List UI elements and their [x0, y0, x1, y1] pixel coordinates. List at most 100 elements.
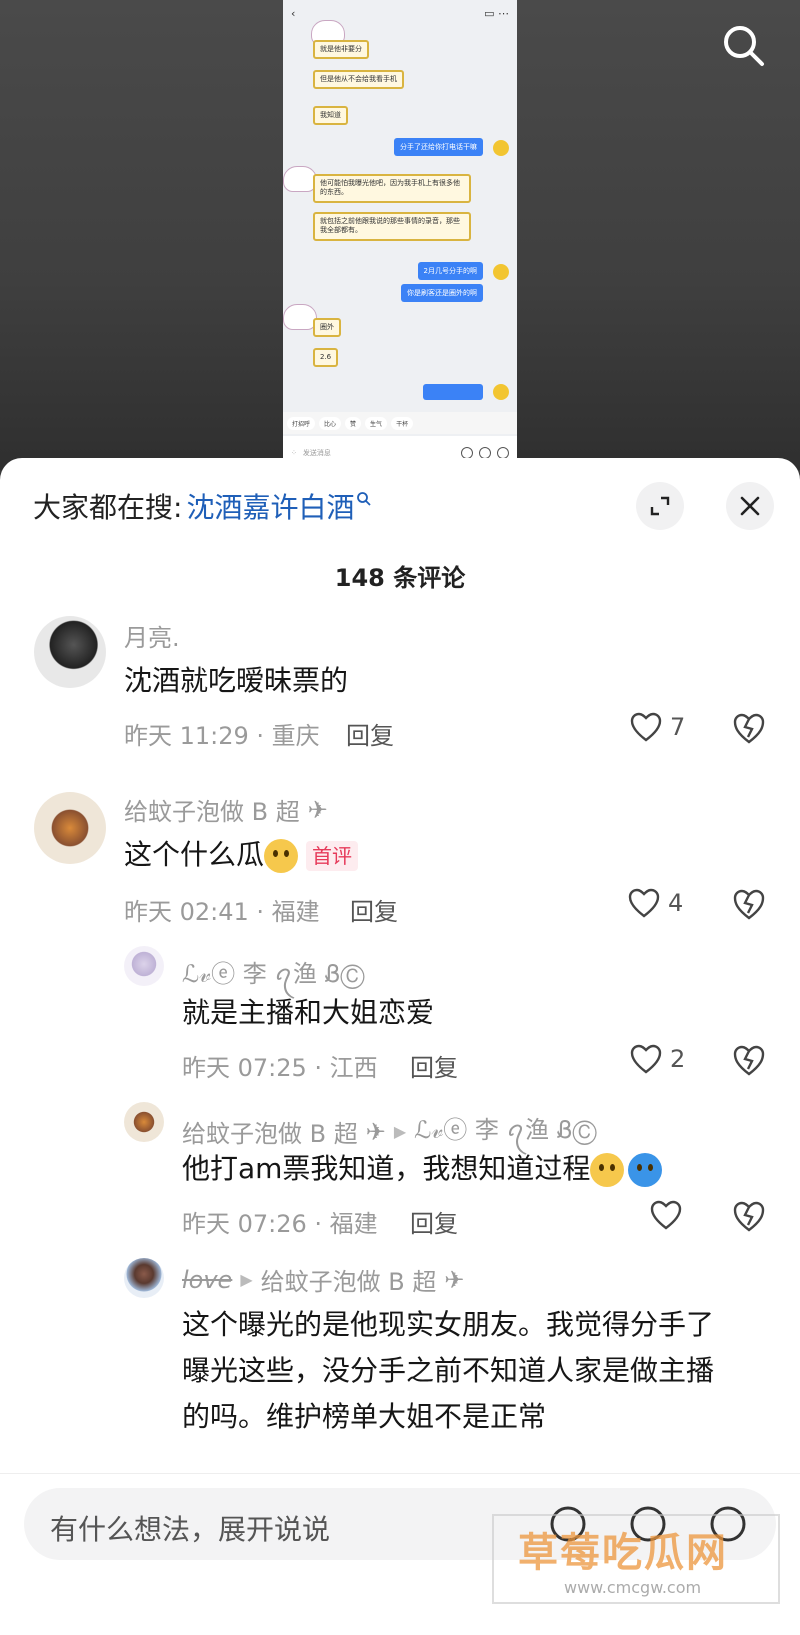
search-button[interactable] — [720, 22, 768, 70]
search-icon — [357, 492, 372, 506]
username-text: 给蚊子泡做 B 超 — [124, 798, 300, 826]
quick-reaction: 比心 — [319, 416, 342, 430]
comment-meta: 昨天 11:29 · 重庆 — [124, 722, 320, 750]
grid-icon: ⁘ — [291, 449, 297, 457]
username-text: love — [182, 1265, 233, 1294]
heart-icon — [650, 1200, 682, 1230]
avatar — [493, 384, 509, 400]
voice-message — [423, 384, 483, 400]
comment-text: 他打am票我知道，我想知道过程 — [182, 1146, 663, 1192]
chat-bubble: 我知道 — [313, 106, 348, 126]
avatar[interactable] — [124, 946, 164, 986]
mosquito-icon: ✈ — [444, 1265, 465, 1294]
comment-text: 这个曝光的是他现实女朋友。我觉得分手了 曝光这些，没分手之前不知道人家是做主播 … — [182, 1302, 714, 1440]
chat-bubble: 分手了还给你打电话干嘛 — [394, 138, 483, 156]
chat-input-placeholder: 发送消息 — [302, 449, 331, 457]
like-count: 7 — [670, 713, 686, 741]
comment-input-placeholder: 有什么想法，展开说说 — [50, 1513, 331, 1546]
chat-thread: 就是他非要分 但是他从不会给我看手机 我知道 分手了还给你打电话干嘛 他可能怕我… — [283, 20, 517, 406]
quick-reaction: 干杯 — [391, 416, 414, 430]
video-player[interactable]: ‹ ▭ ⋯ 就是他非要分 但是他从不会给我看手机 我知道 分手了还给你打电话干嘛… — [0, 0, 800, 470]
comment-line: 的吗。维护榜单大姐不是正常 — [182, 1400, 547, 1433]
cat-sticker-icon — [283, 304, 317, 330]
chat-screenshot: ‹ ▭ ⋯ 就是他非要分 但是他从不会给我看手机 我知道 分手了还给你打电话干嘛… — [283, 0, 517, 470]
mosquito-icon: ✈ — [365, 1117, 386, 1146]
dislike-icon[interactable] — [732, 1044, 766, 1076]
reply-button[interactable]: 回复 — [346, 716, 394, 751]
reply-button[interactable]: 回复 — [410, 1048, 458, 1083]
search-icon — [724, 26, 764, 66]
chat-bubble: 但是他从不会给我看手机 — [313, 70, 404, 90]
chat-bubble: 2月几号分手的啊 — [417, 262, 483, 280]
watermark-url: www.cmcgw.com — [564, 1578, 702, 1597]
avatar — [493, 140, 509, 156]
back-icon: ‹ — [291, 6, 296, 20]
comment-meta: 昨天 07:25 · 江西 — [182, 1054, 378, 1082]
laughing-crying-emoji-icon — [628, 1153, 663, 1187]
avatar[interactable] — [34, 792, 106, 864]
chat-bubble: 就是他非要分 — [313, 40, 369, 60]
thinking-emoji-icon — [590, 1153, 625, 1187]
chat-bubble: 就包括之前他跟我说的那些事情的录音，那些我全部都有。 — [313, 212, 471, 241]
reply-to-username[interactable]: 给蚊子泡做 B 超 — [261, 1262, 437, 1297]
avatar — [493, 264, 509, 280]
watermark-title: 草莓吃瓜网 — [518, 1530, 728, 1576]
chat-quick-reactions: 打招呼 比心 赞 生气 干杯 — [283, 412, 517, 434]
quick-reaction: 生气 — [365, 416, 388, 430]
sheet-header: 大家都在搜: 沈酒嘉许白酒 — [0, 458, 800, 558]
dislike-icon[interactable] — [732, 712, 766, 744]
dislike-icon[interactable] — [732, 888, 766, 920]
like-button[interactable]: 2 — [630, 1044, 685, 1074]
username-text: 月亮. — [124, 624, 180, 652]
expand-button[interactable] — [636, 482, 684, 530]
comment-text-content: 这个什么瓜 — [124, 838, 265, 871]
comment-text: 这个什么瓜 首评 — [124, 832, 359, 878]
comment-meta: 昨天 07:26 · 福建 — [182, 1210, 378, 1238]
reply-button[interactable]: 回复 — [410, 1204, 458, 1239]
avatar[interactable] — [34, 616, 106, 688]
comment-username[interactable]: 月亮. — [124, 618, 180, 653]
trending-search[interactable]: 大家都在搜: 沈酒嘉许白酒 — [33, 486, 372, 526]
like-button[interactable]: 7 — [630, 712, 685, 742]
chat-header-icons: ▭ ⋯ — [484, 6, 509, 20]
comment-input-bar: 有什么想法，展开说说 草莓吃瓜网 www.cmcgw.com — [0, 1473, 800, 1635]
comment-text-content: 他打am票我知道，我想知道过程 — [182, 1152, 591, 1185]
close-icon — [740, 496, 760, 516]
comment-sheet: 大家都在搜: 沈酒嘉许白酒 148 条评论 月亮. 沈酒就吃暧昧票的 昨天 11… — [0, 458, 800, 1635]
quick-reaction: 打招呼 — [287, 416, 316, 430]
dislike-icon[interactable] — [732, 1200, 766, 1232]
thinking-emoji-icon — [264, 839, 299, 873]
heart-icon — [630, 1044, 662, 1074]
like-button[interactable] — [650, 1200, 682, 1230]
quick-reaction: 赞 — [345, 416, 362, 430]
first-comment-badge: 首评 — [306, 841, 359, 871]
chat-bubble: 圈外 — [313, 318, 341, 338]
reply-arrow-icon: ▶ — [393, 1122, 407, 1141]
chat-bubble: 他可能怕我曝光他吧，因为我手机上有很多他的东西。 — [313, 174, 471, 203]
cat-sticker-icon — [283, 166, 317, 192]
like-button[interactable]: 4 — [628, 888, 683, 918]
comment-username[interactable]: 给蚊子泡做 B 超 ✈ — [124, 792, 328, 827]
like-count: 2 — [670, 1045, 686, 1073]
comment-username[interactable]: love ▶ 给蚊子泡做 B 超 ✈ — [182, 1262, 464, 1297]
chat-bubble: 2.6 — [313, 348, 339, 368]
like-count: 4 — [668, 889, 684, 917]
reply-button[interactable]: 回复 — [350, 892, 398, 927]
heart-icon — [630, 712, 662, 742]
mosquito-icon: ✈ — [307, 795, 328, 824]
comment-text: 就是主播和大姐恋爱 — [182, 996, 435, 1029]
comment-text: 沈酒就吃暧昧票的 — [124, 664, 349, 697]
comment-line: 这个曝光的是他现实女朋友。我觉得分手了 — [182, 1308, 715, 1341]
comment-meta: 昨天 02:41 · 福建 — [124, 898, 320, 926]
close-button[interactable] — [726, 482, 774, 530]
trending-keyword[interactable]: 沈酒嘉许白酒 — [186, 486, 354, 526]
expand-icon — [650, 496, 670, 516]
comment-count: 148 条评论 — [334, 564, 466, 592]
avatar[interactable] — [124, 1258, 164, 1298]
trending-label: 大家都在搜: — [33, 491, 183, 524]
avatar[interactable] — [124, 1102, 164, 1142]
username-text: 给蚊子泡做 B 超 — [182, 1120, 358, 1148]
reply-arrow-icon: ▶ — [240, 1270, 253, 1289]
chat-bubble: 你是刷客还是圈外的啊 — [401, 284, 483, 302]
watermark-logo: 草莓吃瓜网 www.cmcgw.com — [492, 1514, 780, 1604]
